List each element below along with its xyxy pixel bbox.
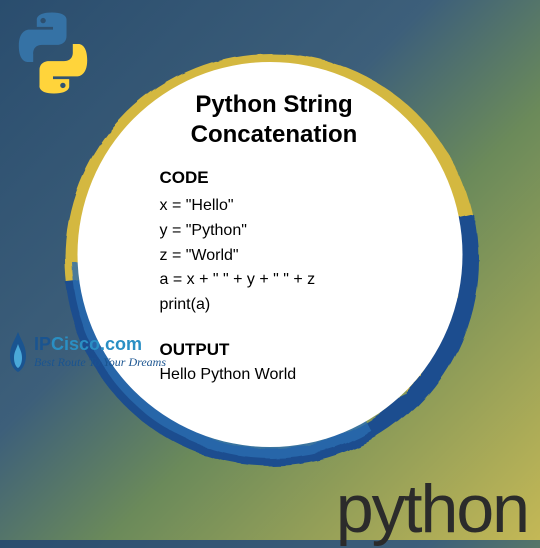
ipcisco-logo: IPCisco.com Best Route To Your Dreams [4,330,166,374]
code-line: print(a) [160,293,413,318]
content-card: Python String Concatenation CODE x = "He… [78,62,463,447]
output-text: Hello Python World [160,366,413,384]
python-logo-icon [8,8,98,98]
brand-ip: IP [34,334,51,354]
code-line: x = "Hello" [160,194,413,219]
ipcisco-brand-name: IPCisco.com [34,334,166,355]
python-wordmark: python [336,470,528,548]
page-title: Python String Concatenation [136,90,413,150]
code-section-label: CODE [160,168,413,188]
code-line: z = "World" [160,244,413,269]
output-section-label: OUTPUT [160,340,413,360]
code-line: a = x + " " + y + " " + z [160,268,413,293]
brand-cisco: Cisco.com [51,334,142,354]
flame-icon [4,330,32,374]
title-line-1: Python String [195,91,352,118]
code-line: y = "Python" [160,219,413,244]
ipcisco-tagline: Best Route To Your Dreams [34,355,166,370]
title-line-2: Concatenation [191,121,358,148]
code-block: x = "Hello" y = "Python" z = "World" a =… [160,194,413,318]
